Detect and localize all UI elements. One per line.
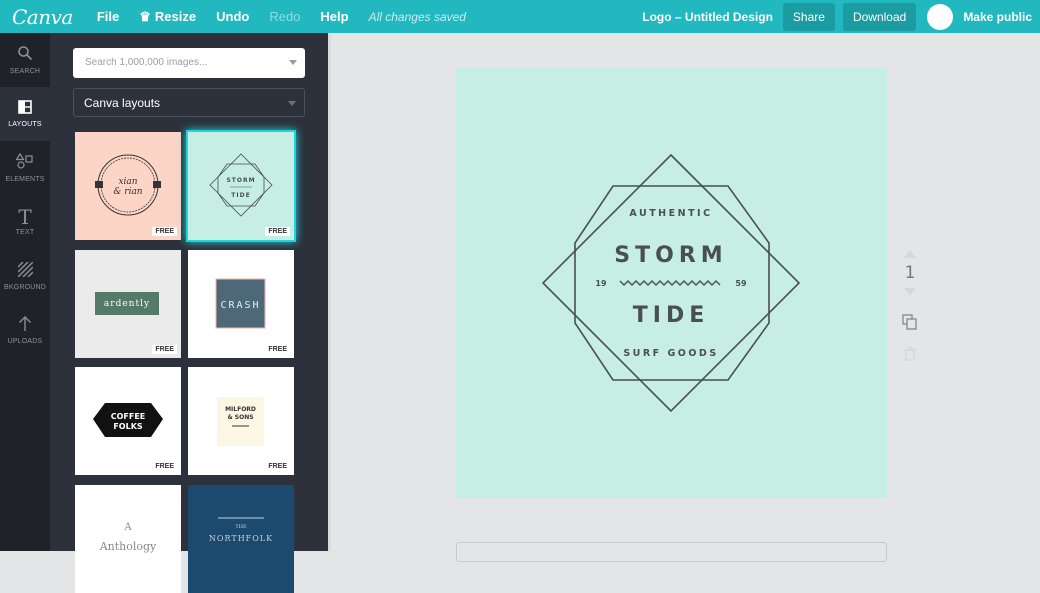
menu-help[interactable]: Help [320, 9, 348, 24]
thumb-text: STORM [226, 177, 255, 184]
page-up-icon[interactable] [904, 250, 916, 258]
thumb-text: & SONS [227, 414, 253, 421]
thumb-text: ardently [104, 299, 150, 309]
design-text-surf-goods[interactable]: SURF GOODS [623, 348, 718, 359]
canva-logo[interactable]: Canva [12, 5, 73, 29]
delete-page-icon[interactable] [898, 347, 922, 366]
search-icon [17, 45, 33, 65]
sidebar-item-uploads[interactable]: UPLOADS [0, 303, 50, 357]
chevron-down-icon[interactable] [289, 60, 297, 65]
thumb-text: TIDE [231, 192, 250, 199]
zigzag-divider [619, 280, 721, 286]
category-selected: Canva layouts [84, 96, 161, 110]
coffee-folks-logo: COFFEE FOLKS [93, 403, 163, 437]
layout-thumbnail[interactable]: xian & rian FREE [75, 132, 181, 240]
background-icon [16, 260, 34, 281]
make-public-label: Make public [963, 9, 1032, 24]
menu-redo[interactable]: Redo [269, 9, 300, 24]
design-text-authentic[interactable]: AUTHENTIC [629, 208, 712, 219]
thumb-text: & rian [113, 187, 142, 197]
save-status: All changes saved [368, 9, 466, 24]
chevron-down-icon [288, 101, 296, 106]
layout-thumbnail[interactable]: A Anthology [75, 485, 181, 593]
free-badge: FREE [152, 227, 177, 236]
page-down-icon[interactable] [904, 288, 916, 296]
thumb-text: CRASH [220, 300, 260, 311]
search-placeholder: Search 1,000,000 images... [85, 57, 208, 68]
design-canvas[interactable]: AUTHENTIC STORM 19 59 TIDE SURF GOODS [456, 68, 887, 498]
thumb-text: Anthology [99, 540, 157, 553]
sidebar-item-layouts[interactable]: LAYOUTS [0, 87, 50, 141]
thumb-text: NORTHFOLK [209, 534, 273, 543]
sidebar-item-text[interactable]: T TEXT [0, 195, 50, 249]
sidebar-label: LAYOUTS [8, 121, 42, 128]
panel-edge [328, 33, 331, 551]
next-page-preview[interactable] [456, 542, 887, 562]
page-controls: 1 [898, 250, 922, 366]
upload-arrow-icon [18, 315, 32, 335]
layout-thumbnail[interactable]: THE NORTHFOLK [188, 485, 294, 593]
free-badge: FREE [265, 462, 290, 471]
crash-logo: CRASH [215, 278, 266, 329]
thumb-text: FOLKS [113, 422, 143, 431]
menu-file[interactable]: File [97, 9, 119, 24]
free-badge: FREE [265, 345, 290, 354]
top-bar: Canva File ♛ Resize Undo Redo Help All ch… [0, 0, 1040, 33]
menu-resize-label: Resize [154, 9, 197, 24]
sidebar-item-elements[interactable]: ELEMENTS [0, 141, 50, 195]
layouts-panel: Search 1,000,000 images... Canva layouts… [50, 33, 328, 593]
anthology-logo: A Anthology [99, 522, 157, 553]
share-button[interactable]: Share [782, 2, 835, 31]
download-button[interactable]: Download [842, 2, 917, 31]
thumb-text: A [123, 522, 132, 533]
sidebar-item-search[interactable]: SEARCH [0, 33, 50, 87]
sidebar-label: TEXT [15, 229, 35, 236]
milford-sons-logo: MILFORD & SONS [217, 397, 264, 446]
free-badge: FREE [265, 227, 290, 236]
free-badge: FREE [152, 462, 177, 471]
make-public-toggle[interactable] [927, 3, 954, 30]
sidebar-label: BKGROUND [3, 283, 47, 291]
northfolk-logo: THE NORTHFOLK [209, 517, 273, 543]
menu-resize[interactable]: ♛ Resize [139, 9, 196, 25]
shapes-icon [15, 152, 34, 173]
menu-undo[interactable]: Undo [216, 9, 249, 24]
crown-icon: ♛ [139, 8, 151, 24]
sidebar-label: SEARCH [9, 68, 41, 75]
diamond-frame [541, 153, 801, 413]
thumb-text: xian [118, 177, 137, 187]
storm-tide-design: AUTHENTIC STORM 19 59 TIDE SURF GOODS [541, 153, 801, 413]
layout-thumbnail[interactable]: MILFORD & SONS FREE [188, 367, 294, 475]
page-number: 1 [904, 263, 916, 283]
thumb-text: COFFEE [111, 412, 146, 421]
text-icon: T [18, 205, 32, 229]
category-dropdown[interactable]: Canva layouts [73, 88, 305, 117]
layout-thumbnail-selected[interactable]: STORM TIDE FREE [188, 132, 294, 240]
xian-rian-logo: xian & rian [95, 154, 161, 216]
layout-thumbnail[interactable]: COFFEE FOLKS FREE [75, 367, 181, 475]
copy-page-icon[interactable] [898, 314, 922, 335]
thumb-text: MILFORD [225, 406, 256, 413]
free-badge: FREE [152, 345, 177, 354]
layouts-icon [18, 100, 32, 118]
design-year-left[interactable]: 19 [595, 279, 607, 288]
layout-thumbnail[interactable]: ardently FREE [75, 250, 181, 358]
thumb-text: THE [235, 524, 247, 530]
design-year-right[interactable]: 59 [735, 279, 747, 288]
sidebar-label: ELEMENTS [5, 176, 45, 183]
storm-tide-logo: STORM TIDE [209, 153, 273, 217]
sidebar-label: UPLOADS [7, 338, 43, 345]
layout-thumbnail[interactable]: CRASH FREE [188, 250, 294, 358]
design-title-storm[interactable]: STORM [614, 243, 727, 268]
design-title-tide[interactable]: TIDE [633, 303, 709, 328]
sidebar-item-background[interactable]: BKGROUND [0, 249, 50, 303]
ardently-logo: ardently [95, 292, 159, 315]
image-search-input[interactable]: Search 1,000,000 images... [73, 48, 305, 78]
document-title[interactable]: Logo – Untitled Design [642, 10, 773, 24]
icon-sidebar: SEARCH LAYOUTS ELEMENTS T TEXT BKGROUND … [0, 33, 50, 551]
